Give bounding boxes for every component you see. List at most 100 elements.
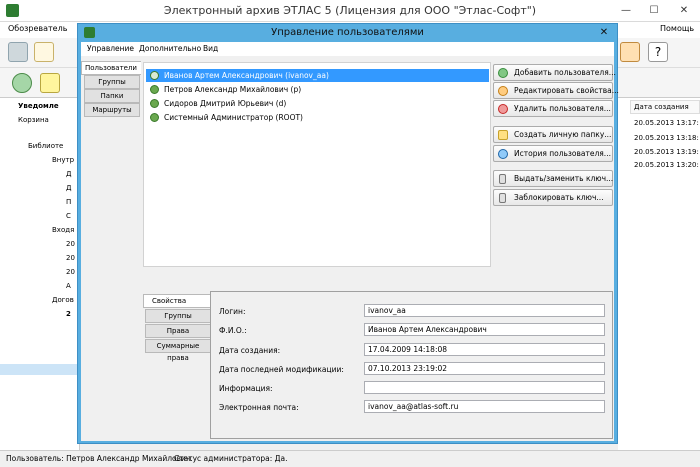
toolbar-help-icon[interactable]: ? <box>648 42 668 62</box>
notifications-item[interactable]: Уведомле <box>18 102 59 110</box>
tree-node[interactable]: 2 <box>66 310 71 318</box>
tree-node[interactable]: 20 <box>66 254 75 262</box>
delete-user-label: Удалить пользователя... <box>514 104 611 113</box>
user-name: Иванов Артем Александрович (ivanov_aa) <box>164 71 329 80</box>
properties-tabs: Свойства Группы Права Суммарные права <box>141 291 211 411</box>
created-date-field[interactable]: 17.04.2009 14:18:08 <box>364 343 605 356</box>
dialog-title-bar: Управление пользователями ✕ <box>78 24 617 42</box>
list-item[interactable]: Системный Администратор (ROOT) <box>146 111 489 124</box>
minimize-icon[interactable]: — <box>618 4 634 18</box>
login-label: Логин: <box>219 307 246 316</box>
created-date-label: Дата создания: <box>219 346 281 355</box>
create-folder-button[interactable]: Создать личную папку... <box>493 126 613 143</box>
toolbar-grid-icon[interactable] <box>8 42 28 62</box>
tab-user-groups[interactable]: Группы <box>145 309 211 323</box>
tree-node[interactable]: Внутр <box>52 156 74 164</box>
tree-node[interactable]: 20 <box>66 240 75 248</box>
table-cell-date[interactable]: 20.05.2013 13:18: <box>634 134 699 142</box>
entity-tabs: Пользователи Группы Папки Маршруты <box>81 58 141 298</box>
user-history-button[interactable]: История пользователя... <box>493 145 613 162</box>
tab-properties[interactable]: Свойства <box>143 294 211 308</box>
tree-node[interactable]: Библиоте <box>28 142 63 150</box>
delete-user-icon <box>498 104 508 114</box>
properties-panel: Логин: ivanov_aa Ф.И.О.: Иванов Артем Ал… <box>210 291 613 439</box>
status-user: Пользователь: Петров Александр Михайлови… <box>6 454 193 463</box>
tab-users[interactable]: Пользователи <box>81 61 141 75</box>
table-cell-date[interactable]: 20.05.2013 13:17: <box>634 119 699 127</box>
menu-view[interactable]: Вид <box>203 44 218 53</box>
issue-key-label: Выдать/заменить ключ... <box>514 174 614 183</box>
modified-date-field[interactable]: 07.10.2013 23:19:02 <box>364 362 605 375</box>
column-header-created[interactable]: Дата создания <box>630 100 700 114</box>
user-name: Системный Администратор (ROOT) <box>164 113 303 122</box>
tree-node[interactable]: С <box>66 212 71 220</box>
user-icon <box>150 113 159 122</box>
main-window-title: Электронный архив ЭТЛАС 5 (Лицензия для … <box>163 4 537 17</box>
fio-field[interactable]: Иванов Артем Александрович <box>364 323 605 336</box>
list-item[interactable]: Иванов Артем Александрович (ivanov_aa) <box>146 69 489 82</box>
key-icon <box>499 174 506 184</box>
user-icon <box>150 71 159 80</box>
info-field[interactable] <box>364 381 605 394</box>
toolbar-key-icon[interactable] <box>40 73 60 93</box>
tab-folders[interactable]: Папки <box>84 89 140 103</box>
issue-key-button[interactable]: Выдать/заменить ключ... <box>493 170 613 187</box>
user-icon <box>150 85 159 94</box>
tree-selected-node[interactable] <box>0 364 80 375</box>
status-bar: Пользователь: Петров Александр Михайлови… <box>0 450 700 467</box>
menu-browser[interactable]: Обозреватель <box>8 24 67 33</box>
add-user-icon <box>498 68 508 78</box>
tree-node[interactable]: Д <box>66 184 71 192</box>
modified-date-label: Дата последней модификации: <box>219 365 344 374</box>
block-key-label: Заблокировать ключ... <box>514 193 604 202</box>
menu-extra[interactable]: Дополнительно <box>139 44 201 53</box>
user-management-dialog: Управление пользователями ✕ Управление Д… <box>77 23 619 444</box>
folder-icon <box>498 130 508 140</box>
close-icon[interactable]: ✕ <box>676 4 692 18</box>
email-label: Электронная почта: <box>219 403 299 412</box>
list-item[interactable]: Петров Александр Михайлович (p) <box>146 83 489 96</box>
tree-node[interactable]: А <box>66 282 71 290</box>
delete-user-button[interactable]: Удалить пользователя... <box>493 100 613 117</box>
create-folder-label: Создать личную папку... <box>514 130 612 139</box>
list-item[interactable]: Сидоров Дмитрий Юрьевич (d) <box>146 97 489 110</box>
menu-management[interactable]: Управление <box>87 44 134 53</box>
documents-table-panel: Дата создания 20.05.2013 13:17: 20.05.20… <box>618 98 700 450</box>
table-cell-date[interactable]: 20.05.2013 13:20: <box>634 161 699 169</box>
tree-node[interactable]: Д <box>66 170 71 178</box>
user-icon <box>150 99 159 108</box>
add-user-label: Добавить пользователя... <box>514 68 616 77</box>
tree-node[interactable]: 20 <box>66 268 75 276</box>
tree-node[interactable]: Входя <box>52 226 74 234</box>
dialog-close-button[interactable]: ✕ <box>597 26 611 39</box>
maximize-icon[interactable]: ☐ <box>646 4 662 18</box>
tree-node[interactable]: Догов <box>52 296 74 304</box>
trash-item[interactable]: Корзина <box>18 116 49 124</box>
main-title-bar: Электронный архив ЭТЛАС 5 (Лицензия для … <box>0 0 700 22</box>
add-user-button[interactable]: Добавить пользователя... <box>493 64 616 81</box>
edit-properties-button[interactable]: Редактировать свойства... <box>493 82 619 99</box>
info-label: Информация: <box>219 384 273 393</box>
tab-rights[interactable]: Права <box>145 324 211 338</box>
history-icon <box>498 149 508 159</box>
fio-label: Ф.И.О.: <box>219 326 247 335</box>
user-history-label: История пользователя... <box>514 149 611 158</box>
toolbar-document-icon[interactable] <box>34 42 54 62</box>
status-admin: Статус администратора: Да. <box>174 454 288 463</box>
toolbar-user-icon[interactable] <box>12 73 32 93</box>
tab-summary-rights[interactable]: Суммарные права <box>145 339 211 362</box>
tab-routes[interactable]: Маршруты <box>84 103 140 117</box>
navigation-tree-panel: Уведомле Корзина Библиоте Внутр Д Д П С … <box>0 98 80 450</box>
toolbar-tools-icon[interactable] <box>620 42 640 62</box>
tree-node[interactable]: П <box>66 198 71 206</box>
email-field[interactable]: ivanov_aa@atlas-soft.ru <box>364 400 605 413</box>
table-cell-date[interactable]: 20.05.2013 13:19: <box>634 148 699 156</box>
dialog-menu-bar: Управление Дополнительно Вид <box>81 42 614 56</box>
tab-groups[interactable]: Группы <box>84 75 140 89</box>
user-name: Петров Александр Михайлович (p) <box>164 85 302 94</box>
block-key-button[interactable]: Заблокировать ключ... <box>493 189 613 206</box>
users-list: Иванов Артем Александрович (ivanov_aa) П… <box>143 62 491 267</box>
user-name: Сидоров Дмитрий Юрьевич (d) <box>164 99 287 108</box>
login-field[interactable]: ivanov_aa <box>364 304 605 317</box>
menu-help[interactable]: Помощь <box>660 24 694 33</box>
